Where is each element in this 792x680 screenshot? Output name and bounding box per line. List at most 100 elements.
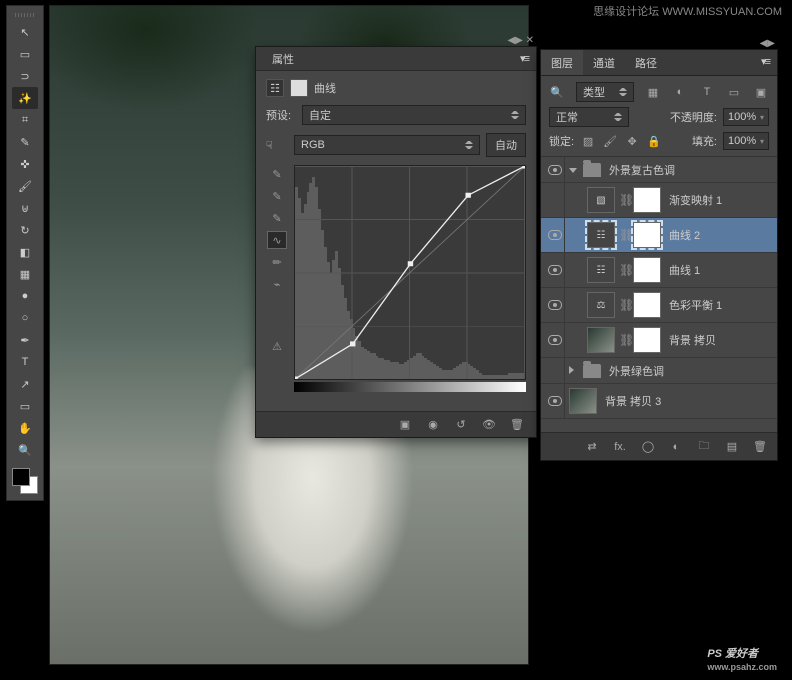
gradient-tool[interactable]: ▦ — [12, 263, 38, 285]
clip-icon[interactable]: ⚠ — [267, 337, 287, 355]
layer-name[interactable]: 渐变映射 1 — [665, 192, 773, 208]
tab-properties[interactable]: 属性 — [264, 47, 302, 71]
filter-type-select[interactable]: 类型 — [576, 82, 634, 102]
layer-name[interactable]: 外景绿色调 — [605, 363, 773, 379]
mask-thumb[interactable] — [633, 257, 661, 283]
expand-arrow-icon[interactable] — [569, 365, 579, 377]
layer-row[interactable]: ☷⛓曲线 1 — [541, 253, 777, 288]
mask-thumb[interactable] — [633, 187, 661, 213]
visibility-toggle[interactable] — [545, 358, 565, 383]
path-select-tool[interactable]: ↗ — [12, 373, 38, 395]
search-icon[interactable]: 🔍 — [549, 84, 565, 100]
healing-brush-tool[interactable]: ✜ — [12, 153, 38, 175]
visibility-toggle[interactable] — [545, 384, 565, 418]
curve-draw-tool-icon[interactable]: ✏ — [267, 253, 287, 271]
layer-fx-icon[interactable]: fx. — [611, 441, 629, 453]
clone-stamp-tool[interactable]: ⊎ — [12, 197, 38, 219]
filter-shape-icon[interactable]: ▭ — [726, 84, 742, 100]
curve-point-tool-icon[interactable]: ∿ — [267, 231, 287, 249]
adjustment-thumb[interactable]: ▧ — [587, 187, 615, 213]
history-brush-tool[interactable]: ↻ — [12, 219, 38, 241]
layer-name[interactable]: 背景 拷贝 — [665, 332, 773, 348]
smooth-icon[interactable]: ⌁ — [267, 275, 287, 293]
layer-name[interactable]: 曲线 2 — [665, 227, 773, 243]
tab-paths[interactable]: 路径 — [625, 50, 667, 75]
crop-tool[interactable]: ⌗ — [12, 109, 38, 131]
channel-select[interactable]: RGB — [294, 135, 480, 155]
fill-input[interactable]: 100% — [723, 132, 769, 150]
visibility-toggle[interactable] — [545, 218, 565, 252]
curves-graph[interactable] — [294, 165, 526, 380]
layer-row[interactable]: ⛓ 背景 拷贝 — [541, 323, 777, 358]
visibility-toggle[interactable] — [545, 183, 565, 217]
preset-select[interactable]: 自定 — [302, 105, 526, 125]
lock-pixels-icon[interactable]: 🖌 — [602, 133, 618, 149]
blend-mode-select[interactable]: 正常 — [549, 107, 629, 127]
pen-tool[interactable]: ✒ — [12, 329, 38, 351]
filter-type-icon[interactable]: T — [699, 84, 715, 100]
delete-layer-icon[interactable]: 🗑 — [751, 440, 769, 453]
view-previous-icon[interactable]: ◉ — [424, 416, 442, 434]
new-group-icon[interactable]: 🗀 — [695, 437, 713, 456]
tab-channels[interactable]: 通道 — [583, 50, 625, 75]
lock-all-icon[interactable]: 🔒 — [646, 133, 662, 149]
layer-thumb[interactable] — [569, 388, 597, 414]
layer-group[interactable]: 外景复古色调 — [541, 157, 777, 183]
eyedropper-tool[interactable]: ✎ — [12, 131, 38, 153]
eraser-tool[interactable]: ◧ — [12, 241, 38, 263]
opacity-input[interactable]: 100% — [723, 108, 769, 126]
layer-row[interactable]: ☷ ⛓ 曲线 2 — [541, 218, 777, 253]
zoom-tool[interactable]: 🔍 — [12, 439, 38, 461]
toggle-visibility-icon[interactable]: 👁 — [480, 416, 498, 434]
adjustment-thumb[interactable]: ☷ — [587, 257, 615, 283]
eyedropper-gray-icon[interactable]: ✎ — [267, 187, 287, 205]
finger-icon[interactable]: ☟ — [266, 139, 288, 152]
mask-thumb[interactable] — [633, 292, 661, 318]
collapse-icon[interactable]: ◀▶ — [760, 38, 775, 49]
delete-adjustment-icon[interactable]: 🗑 — [508, 416, 526, 434]
reset-icon[interactable]: ↺ — [452, 416, 470, 434]
panel-menu-icon[interactable]: ▾≡ — [753, 50, 777, 75]
lock-position-icon[interactable]: ✥ — [624, 133, 640, 149]
link-icon[interactable]: ⛓ — [619, 298, 629, 312]
toolbar-grip[interactable] — [10, 10, 40, 20]
new-layer-icon[interactable]: ▤ — [723, 440, 741, 453]
new-adjustment-icon[interactable]: ◐ — [667, 441, 685, 453]
blur-tool[interactable]: ● — [12, 285, 38, 307]
layer-name[interactable]: 色彩平衡 1 — [665, 297, 773, 313]
filter-pixel-icon[interactable]: ▦ — [645, 84, 661, 100]
visibility-toggle[interactable] — [545, 323, 565, 357]
layer-group[interactable]: 外景绿色调 — [541, 358, 777, 384]
visibility-toggle[interactable] — [545, 157, 565, 182]
layer-row[interactable]: ⚖ ⛓ 色彩平衡 1 — [541, 288, 777, 323]
brush-tool[interactable]: 🖌 — [12, 175, 38, 197]
move-tool[interactable]: ↖ — [12, 21, 38, 43]
add-mask-icon[interactable]: ◯ — [639, 440, 657, 453]
mask-thumb[interactable] — [633, 222, 661, 248]
layer-name[interactable]: 背景 拷贝 3 — [601, 393, 773, 409]
eyedropper-black-icon[interactable]: ✎ — [267, 165, 287, 183]
panel-menu-icon[interactable]: ▾≡ — [520, 52, 528, 65]
filter-adjust-icon[interactable]: ◐ — [672, 84, 688, 100]
layer-list[interactable]: 外景复古色调▧⛓渐变映射 1☷⛓曲线 2☷⛓曲线 1⚖⛓色彩平衡 1⛓背景 拷贝… — [541, 157, 777, 453]
layer-name[interactable]: 外景复古色调 — [605, 162, 773, 178]
mask-icon[interactable] — [290, 79, 308, 97]
eyedropper-white-icon[interactable]: ✎ — [267, 209, 287, 227]
layer-row[interactable]: ▧⛓渐变映射 1 — [541, 183, 777, 218]
link-icon[interactable]: ⛓ — [619, 228, 629, 242]
lock-transparent-icon[interactable]: ▨ — [580, 133, 596, 149]
adjustment-thumb[interactable]: ⚖ — [587, 292, 615, 318]
magic-wand-tool[interactable]: ✨ — [12, 87, 38, 109]
color-swatches[interactable] — [10, 466, 40, 496]
visibility-toggle[interactable] — [545, 253, 565, 287]
filter-smart-icon[interactable]: ▣ — [753, 84, 769, 100]
mask-thumb[interactable] — [633, 327, 661, 353]
layer-thumb[interactable] — [587, 327, 615, 353]
link-icon[interactable]: ⛓ — [619, 263, 629, 277]
link-icon[interactable]: ⛓ — [619, 333, 629, 347]
adjustment-thumb[interactable]: ☷ — [587, 222, 615, 248]
auto-button[interactable]: 自动 — [486, 133, 526, 157]
visibility-toggle[interactable] — [545, 288, 565, 322]
tab-layers[interactable]: 图层 — [541, 50, 583, 75]
marquee-tool[interactable]: ▭ — [12, 43, 38, 65]
